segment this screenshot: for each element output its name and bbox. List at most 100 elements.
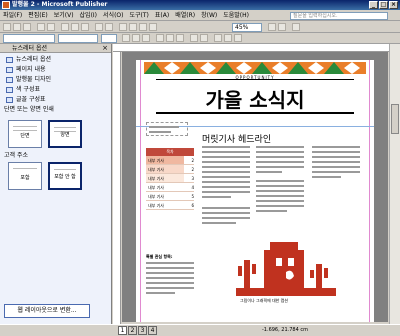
redo-icon[interactable] bbox=[105, 23, 113, 31]
page-tab-1[interactable]: 1 bbox=[118, 326, 127, 335]
bullets-icon[interactable] bbox=[200, 34, 208, 42]
bold-icon[interactable] bbox=[122, 34, 130, 42]
menu-insert[interactable]: 삽입(I) bbox=[77, 11, 101, 21]
toc-row-label: 내부 기사 bbox=[146, 165, 184, 173]
page-tab-2[interactable]: 2 bbox=[128, 326, 137, 335]
numbering-icon[interactable] bbox=[190, 34, 198, 42]
formatting-toolbar bbox=[0, 33, 400, 44]
paste-icon[interactable] bbox=[81, 23, 89, 31]
menu-file[interactable]: 파일(F) bbox=[0, 11, 25, 21]
toc-row-page: 2 bbox=[191, 167, 194, 172]
toc-sidebar[interactable]: 목차 내부 기사 2 내부 기사 2 내부 기사 3 내부 기사 4 내부 기사 5 내부… bbox=[146, 148, 194, 210]
publisher-app-icon bbox=[2, 1, 10, 9]
menu-help[interactable]: 도움말(H) bbox=[220, 11, 252, 21]
new-icon[interactable] bbox=[3, 23, 11, 31]
toc-row-page: 2 bbox=[191, 158, 194, 163]
font-size-select[interactable] bbox=[101, 34, 117, 43]
font-scheme-icon bbox=[6, 97, 13, 103]
pane-item-newsletter-options[interactable]: 뉴스레터 옵션 bbox=[6, 55, 111, 65]
save-icon[interactable] bbox=[23, 23, 31, 31]
menu-view[interactable]: 보기(V) bbox=[51, 11, 77, 21]
design-icon bbox=[6, 77, 13, 83]
page-tab-4[interactable]: 4 bbox=[148, 326, 157, 335]
undo-icon[interactable] bbox=[95, 23, 103, 31]
close-button[interactable]: × bbox=[389, 1, 398, 9]
masthead-title[interactable]: 가을 소식지 bbox=[136, 84, 374, 113]
font-select[interactable] bbox=[58, 34, 98, 43]
toc-row-page: 5 bbox=[191, 194, 194, 199]
send-back-icon[interactable] bbox=[149, 23, 157, 31]
highlights-box[interactable]: 특별 관심 항목: bbox=[146, 254, 194, 297]
title-bar: 발행물 2 - Microsoft Publisher _ □ × bbox=[0, 0, 400, 10]
pane-item-design[interactable]: 발행물 디자인 bbox=[6, 75, 111, 85]
toc-row-label: 내부 기사 bbox=[148, 185, 164, 190]
convert-web-layout-button[interactable]: 웹 레이아웃으로 변환... bbox=[4, 304, 90, 318]
option-address-exclude[interactable]: 포함 안 함 bbox=[48, 162, 82, 190]
line-color-icon[interactable] bbox=[224, 34, 232, 42]
option-single-sided[interactable]: 단면 bbox=[8, 120, 42, 148]
scrollbar-thumb[interactable] bbox=[391, 104, 399, 134]
insert-table-icon[interactable] bbox=[119, 23, 127, 31]
vertical-ruler[interactable] bbox=[113, 52, 121, 324]
pane-item-page-content[interactable]: 페이지 내용 bbox=[6, 65, 111, 75]
toc-row-label: 내부 기사 bbox=[148, 203, 164, 208]
task-pane-title: 뉴스레터 옵션 bbox=[12, 45, 48, 52]
cut-icon[interactable] bbox=[61, 23, 69, 31]
maximize-button[interactable]: □ bbox=[379, 1, 388, 9]
toc-row-page: 3 bbox=[191, 176, 194, 181]
fill-color-icon[interactable] bbox=[214, 34, 222, 42]
volume-info-box[interactable] bbox=[146, 122, 188, 136]
toc-row-label: 내부 기사 bbox=[146, 156, 184, 164]
align-center-icon[interactable] bbox=[166, 34, 174, 42]
menu-format[interactable]: 서식(O) bbox=[100, 11, 126, 21]
open-icon[interactable] bbox=[13, 23, 21, 31]
copy-icon[interactable] bbox=[71, 23, 79, 31]
insert-picture-icon[interactable] bbox=[129, 23, 137, 31]
close-pane-icon[interactable]: × bbox=[102, 44, 108, 53]
publication-page[interactable]: OPPORTUNITY 가을 소식지 머릿기사 헤드라인 목차 내부 기사 2 내… bbox=[136, 60, 374, 322]
zoom-out-icon[interactable] bbox=[268, 23, 276, 31]
pane-item-color-scheme[interactable]: 색 구성표 bbox=[6, 85, 111, 95]
menu-arrange[interactable]: 배열(R) bbox=[172, 11, 198, 21]
underline-icon[interactable] bbox=[142, 34, 150, 42]
cactus-building-picture[interactable] bbox=[236, 240, 336, 296]
cursor-position: -1.696, 21.784 cm bbox=[262, 327, 309, 333]
option-double-sided[interactable]: 양면 bbox=[48, 120, 82, 148]
menu-window[interactable]: 창(W) bbox=[198, 11, 220, 21]
article-column-3[interactable] bbox=[312, 146, 360, 181]
align-right-icon[interactable] bbox=[176, 34, 184, 42]
banner-pattern bbox=[144, 62, 366, 74]
lead-headline[interactable]: 머릿기사 헤드라인 bbox=[202, 132, 271, 145]
align-left-icon[interactable] bbox=[156, 34, 164, 42]
zoom-select[interactable]: 45% bbox=[232, 23, 262, 32]
style-select[interactable] bbox=[3, 34, 55, 43]
masthead-rule-top bbox=[156, 79, 354, 80]
option-address-include[interactable]: 포함 bbox=[8, 162, 42, 190]
article-column-2[interactable] bbox=[256, 146, 304, 215]
preview-icon[interactable] bbox=[47, 23, 55, 31]
italic-icon[interactable] bbox=[132, 34, 140, 42]
toc-row-page: 6 bbox=[191, 203, 194, 208]
page-tab-3[interactable]: 3 bbox=[138, 326, 147, 335]
pane-item-font-scheme[interactable]: 글꼴 구성표 bbox=[6, 95, 111, 105]
highlights-title: 특별 관심 항목: bbox=[146, 254, 173, 259]
help-icon[interactable] bbox=[292, 23, 300, 31]
article-column-1[interactable] bbox=[202, 146, 250, 227]
bring-front-icon[interactable] bbox=[139, 23, 147, 31]
task-pane-header: 뉴스레터 옵션 × bbox=[0, 44, 111, 53]
page-content-icon bbox=[6, 67, 13, 73]
horizontal-ruler[interactable] bbox=[113, 44, 400, 52]
standard-toolbar: 45% bbox=[0, 22, 400, 33]
print-icon[interactable] bbox=[37, 23, 45, 31]
vertical-scrollbar[interactable] bbox=[389, 44, 400, 324]
menu-edit[interactable]: 편집(E) bbox=[25, 11, 51, 21]
status-bar: 1 2 3 4 -1.696, 21.784 cm bbox=[0, 324, 400, 336]
toc-row-page: 4 bbox=[191, 185, 194, 190]
zoom-in-icon[interactable] bbox=[278, 23, 286, 31]
help-search-input[interactable]: 질문을 입력하십시오. bbox=[290, 12, 388, 20]
minimize-button[interactable]: _ bbox=[369, 1, 378, 9]
font-color-icon[interactable] bbox=[234, 34, 242, 42]
menu-table[interactable]: 표(A) bbox=[152, 11, 172, 21]
picture-caption: 그림이나 그래픽에 대한 캡션 bbox=[240, 298, 288, 303]
menu-tools[interactable]: 도구(T) bbox=[126, 11, 151, 21]
